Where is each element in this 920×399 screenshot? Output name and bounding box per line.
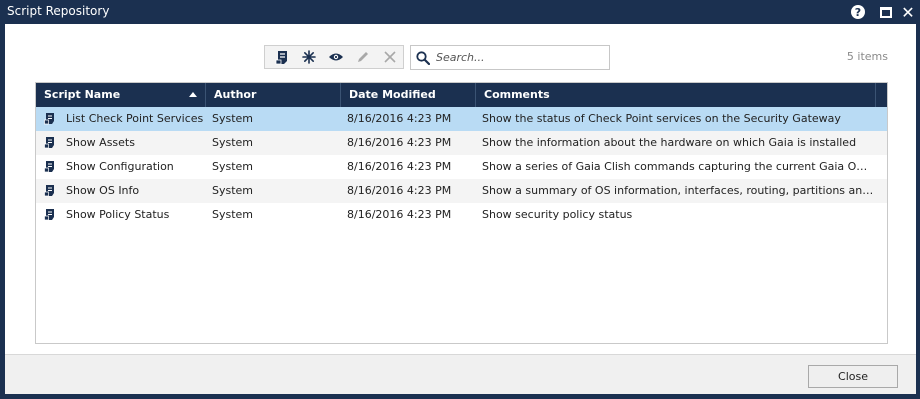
- column-label: Author: [214, 88, 257, 101]
- close-window-button[interactable]: ✕: [899, 2, 917, 22]
- items-count: 5 items: [846, 50, 888, 63]
- script-icon: [44, 161, 54, 173]
- run-script-button[interactable]: [269, 46, 296, 68]
- table-row[interactable]: Show Policy Status System 8/16/2016 4:23…: [36, 203, 887, 227]
- cell-comments: Show the information about the hardware …: [482, 136, 857, 149]
- maximize-icon: [880, 6, 892, 18]
- script-icon: [44, 137, 54, 149]
- cell-date-modified: 8/16/2016 4:23 PM: [347, 208, 452, 221]
- cell-date-modified: 8/16/2016 4:23 PM: [347, 184, 452, 197]
- title-bar: Script Repository ? ✕: [0, 0, 920, 24]
- cell-date-modified: 8/16/2016 4:23 PM: [347, 160, 452, 173]
- new-script-button[interactable]: [296, 46, 323, 68]
- script-icon: [44, 185, 54, 197]
- toolbar: [264, 45, 404, 69]
- delete-icon: [384, 51, 396, 63]
- new-icon: [302, 50, 316, 64]
- scripts-table: Script Name Author Date Modified Comment…: [35, 82, 888, 344]
- cell-script-name: List Check Point Services: [66, 112, 204, 125]
- cell-author: System: [212, 112, 254, 125]
- search-icon: [416, 50, 430, 65]
- cell-comments: Show a series of Gaia Clish commands cap…: [482, 160, 874, 173]
- column-header-script-name[interactable]: Script Name: [36, 83, 206, 107]
- close-icon: ✕: [901, 2, 915, 22]
- delete-script-button[interactable]: [376, 46, 403, 68]
- edit-icon: [357, 52, 368, 62]
- script-run-icon: [275, 50, 288, 64]
- table-row[interactable]: Show Configuration System 8/16/2016 4:23…: [36, 155, 887, 179]
- cell-comments: Show security policy status: [482, 208, 633, 221]
- help-icon: ?: [851, 5, 865, 19]
- column-label: Date Modified: [349, 88, 436, 101]
- cell-comments: Show the status of Check Point services …: [482, 112, 841, 125]
- column-label: Script Name: [44, 88, 121, 101]
- script-repository-window: Script Repository ? ✕ Search... 5 items …: [0, 0, 920, 399]
- search-input[interactable]: [436, 51, 596, 64]
- view-icon: [328, 53, 343, 61]
- maximize-button[interactable]: [877, 3, 895, 21]
- cell-date-modified: 8/16/2016 4:23 PM: [347, 136, 452, 149]
- search-box[interactable]: [410, 45, 610, 70]
- cell-author: System: [212, 160, 254, 173]
- close-button[interactable]: Close: [808, 365, 898, 388]
- cell-author: System: [212, 184, 254, 197]
- column-header-author[interactable]: Author: [206, 83, 341, 107]
- table-header: Script Name Author Date Modified Comment…: [36, 83, 887, 107]
- cell-script-name: Show Policy Status: [66, 208, 170, 221]
- cell-comments: Show a summary of OS information, interf…: [482, 184, 874, 197]
- help-button[interactable]: ?: [849, 3, 867, 21]
- dialog-footer: Close: [5, 354, 916, 394]
- column-label: Comments: [484, 88, 550, 101]
- cell-script-name: Show Assets: [66, 136, 135, 149]
- cell-script-name: Show Configuration: [66, 160, 174, 173]
- edit-script-button[interactable]: [349, 46, 376, 68]
- column-header-comments[interactable]: Comments: [476, 83, 876, 107]
- cell-author: System: [212, 208, 254, 221]
- table-row[interactable]: Show Assets System 8/16/2016 4:23 PM Sho…: [36, 131, 887, 155]
- cell-script-name: Show OS Info: [66, 184, 140, 197]
- cell-author: System: [212, 136, 254, 149]
- cell-date-modified: 8/16/2016 4:23 PM: [347, 112, 452, 125]
- script-icon: [44, 209, 54, 221]
- sort-ascending-icon: [189, 92, 197, 97]
- column-header-date-modified[interactable]: Date Modified: [341, 83, 476, 107]
- window-title: Script Repository: [7, 4, 110, 18]
- content-area: 5 items Script Name Author Date Modified…: [5, 24, 916, 354]
- script-icon: [44, 113, 54, 125]
- view-script-button[interactable]: [323, 46, 350, 68]
- table-row[interactable]: List Check Point Services System 8/16/20…: [36, 107, 887, 131]
- table-row[interactable]: Show OS Info System 8/16/2016 4:23 PM Sh…: [36, 179, 887, 203]
